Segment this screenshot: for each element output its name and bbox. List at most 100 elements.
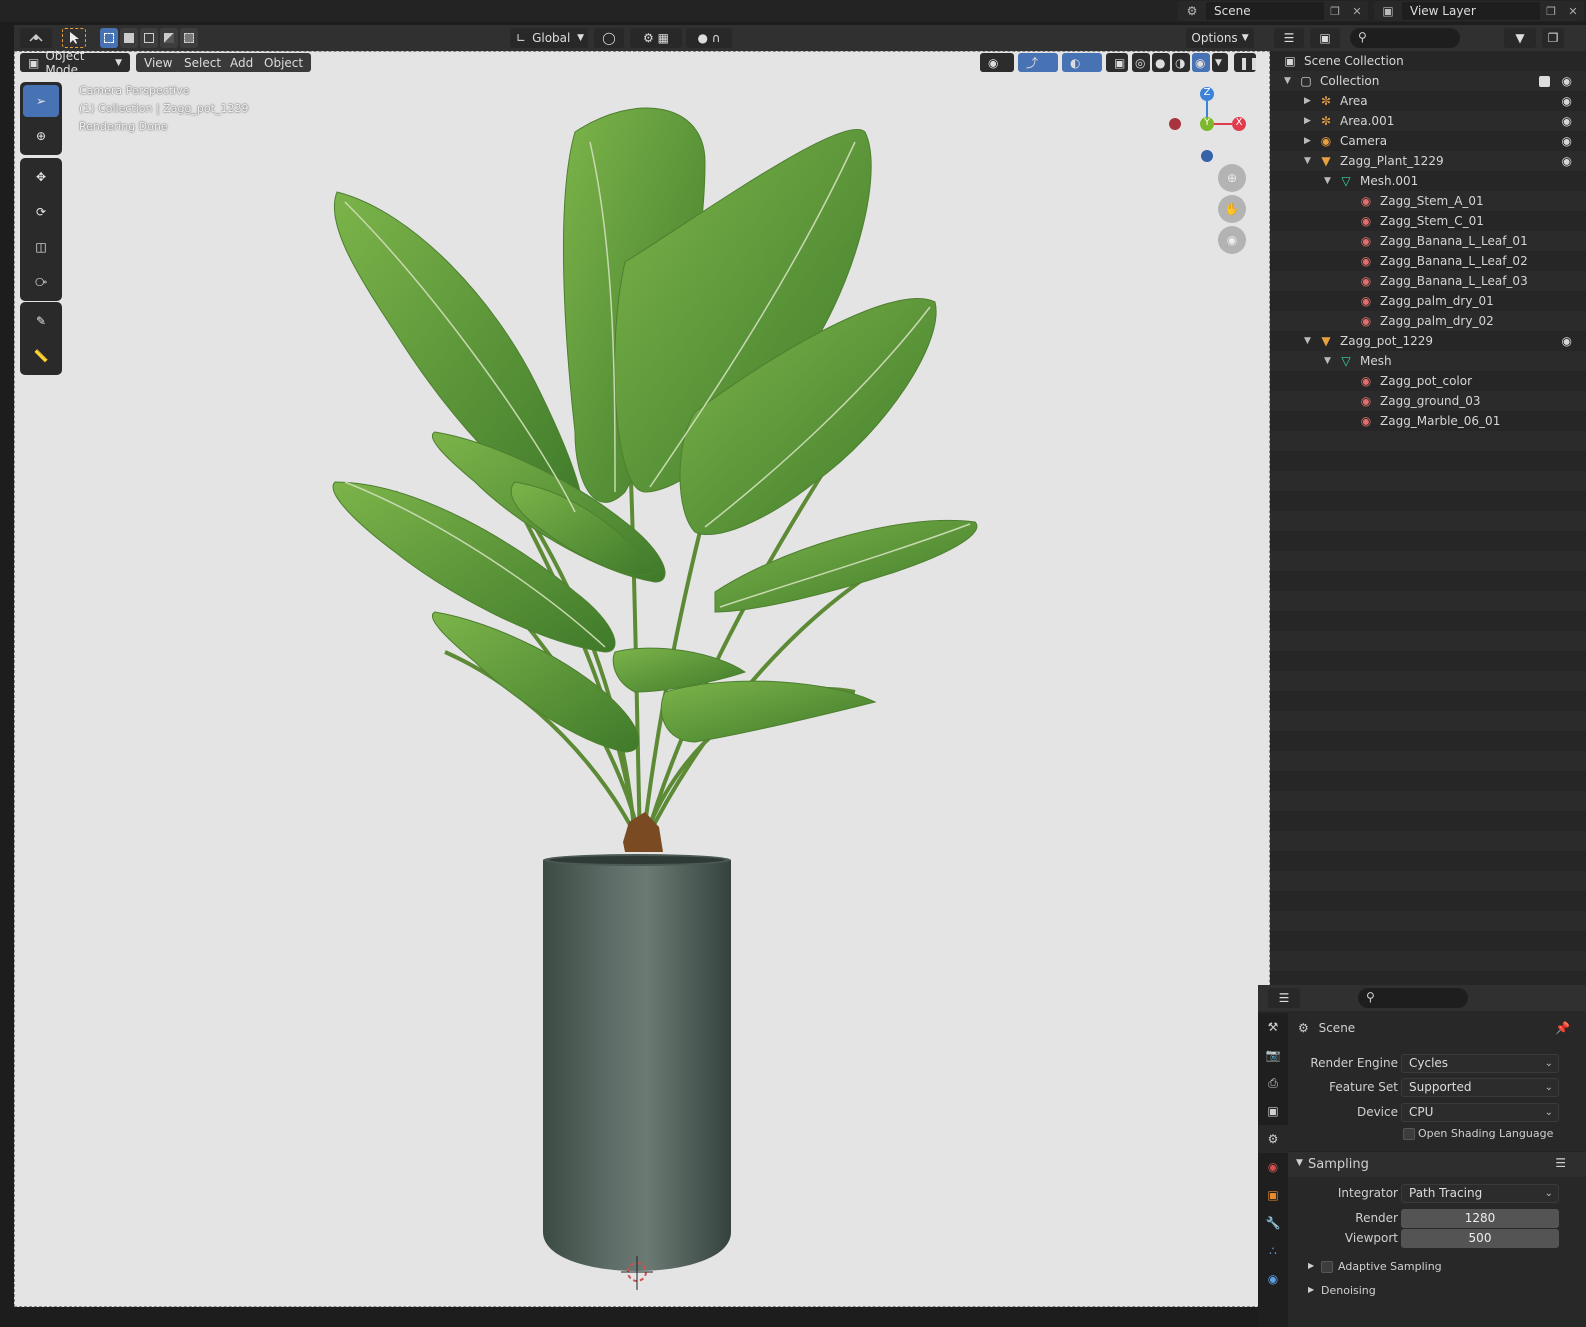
feature-set-dropdown[interactable]: Supported ⌄ (1401, 1078, 1559, 1097)
editor-type-button[interactable] (20, 28, 52, 48)
outliner-row[interactable]: ▶ ✼ Area.001 ◉ (1270, 111, 1586, 131)
transform-tool[interactable]: ⧂ (23, 266, 59, 298)
filter-button[interactable]: ▼ (1504, 28, 1536, 48)
object-mode-dropdown[interactable]: ▣ Object Mode ▼ (20, 49, 130, 77)
outliner-row[interactable]: ◉ Zagg_pot_color (1270, 371, 1586, 391)
outliner-row[interactable]: ◉ Zagg_Marble_06_01 (1270, 411, 1586, 431)
outliner-row[interactable]: ◉ Zagg_palm_dry_01 (1270, 291, 1586, 311)
expand-arrow-right-icon[interactable]: ▶ (1304, 96, 1311, 106)
outliner-row[interactable]: ◉ Zagg_Banana_L_Leaf_02 (1270, 251, 1586, 271)
overlay-toggle[interactable]: ◐ (1062, 53, 1102, 72)
properties-editor-type-button[interactable]: ☰ (1268, 988, 1300, 1008)
viewport-samples-field[interactable]: 500 (1401, 1229, 1559, 1248)
eye-icon[interactable]: ◉ (1562, 114, 1572, 128)
camera-view-button[interactable]: ◉ (1218, 226, 1246, 254)
outliner-row[interactable]: ▼ ▽ Mesh.001 (1270, 171, 1586, 191)
select-box-tool[interactable]: ➢ (23, 85, 59, 117)
mode-extend-button[interactable] (120, 28, 138, 48)
render-samples-field[interactable]: 1280 (1401, 1209, 1559, 1228)
scene-name[interactable]: Scene (1206, 2, 1324, 20)
eye-icon[interactable]: ◉ (1562, 74, 1572, 88)
solid-shading-button[interactable]: ● (1152, 53, 1170, 72)
gizmo-toggle[interactable]: ⤴ (1018, 53, 1058, 72)
mode-subtract-button[interactable] (140, 28, 158, 48)
view-menu[interactable]: View (136, 53, 181, 72)
view-layer-selector[interactable]: ▣ View Layer ❐ ✕ (1374, 1, 1584, 21)
render-tab[interactable]: 📷 (1258, 1041, 1288, 1069)
expand-arrow-icon[interactable]: ▶ (1308, 1285, 1314, 1294)
render-engine-dropdown[interactable]: Cycles ⌄ (1401, 1054, 1559, 1073)
scene-selector[interactable]: ⚙ Scene ❐ ✕ (1178, 1, 1368, 21)
transform-orientation-dropdown[interactable]: ∟ Global ▼ (510, 28, 588, 48)
expand-arrow-down-icon[interactable]: ▼ (1324, 176, 1331, 186)
view-layer-name[interactable]: View Layer (1402, 2, 1540, 20)
modifier-tab[interactable]: 🔧 (1258, 1209, 1288, 1237)
expand-arrow-down-icon[interactable]: ▼ (1324, 356, 1331, 366)
pan-view-button[interactable]: ✋ (1218, 195, 1246, 223)
eye-icon[interactable]: ◉ (1562, 134, 1572, 148)
exclude-checkbox[interactable] (1539, 75, 1550, 87)
options-dropdown[interactable]: Options ▼ (1186, 28, 1254, 48)
pin-icon[interactable]: 📌 (1555, 1021, 1570, 1035)
outliner-row[interactable]: ▼ ▼ Zagg_pot_1229 ◉ (1270, 331, 1586, 351)
zoom-view-button[interactable]: ⊕ (1218, 164, 1246, 192)
presets-icon[interactable]: ☰ (1555, 1156, 1566, 1170)
pause-render-button[interactable]: ❚❚ (1234, 53, 1259, 72)
visibility-dropdown[interactable]: ◉ (980, 53, 1014, 72)
outliner-row-scene-collection[interactable]: ▣ Scene Collection (1270, 51, 1586, 71)
cursor-tool[interactable]: ⊕ (23, 120, 59, 152)
expand-arrow-icon[interactable]: ▶ (1308, 1261, 1314, 1270)
display-mode-button[interactable]: ▣ (1310, 28, 1340, 48)
outliner-row[interactable]: ▼ ▼ Zagg_Plant_1229 ◉ (1270, 151, 1586, 171)
outliner-row[interactable]: ◉ Zagg_Banana_L_Leaf_03 (1270, 271, 1586, 291)
3d-viewport[interactable]: Camera Perspective (1) Collection | Zagg… (14, 51, 1270, 1307)
eye-icon[interactable]: ◉ (1562, 334, 1572, 348)
tool-tab[interactable]: ⚒ (1258, 1013, 1288, 1041)
outliner-editor-type-button[interactable]: ☰ (1274, 28, 1304, 48)
outliner-row[interactable]: ◉ Zagg_ground_03 (1270, 391, 1586, 411)
wireframe-shading-button[interactable]: ◎ (1132, 53, 1150, 72)
outliner-row[interactable]: ◉ Zagg_palm_dry_02 (1270, 311, 1586, 331)
move-tool[interactable]: ✥ (23, 161, 59, 193)
outliner-row[interactable]: ◉ Zagg_Stem_C_01 (1270, 211, 1586, 231)
outliner-search-input[interactable]: ⚲ (1350, 28, 1460, 48)
rotate-tool[interactable]: ⟳ (23, 196, 59, 228)
outliner-row[interactable]: ◉ Zagg_Stem_A_01 (1270, 191, 1586, 211)
outliner-row[interactable]: ▼ ▽ Mesh (1270, 351, 1586, 371)
eye-icon[interactable]: ◉ (1562, 94, 1572, 108)
outliner-row[interactable]: ▼ ▢ Collection ◉ (1270, 71, 1586, 91)
snap-dropdown[interactable]: ⚙ ▦ (630, 28, 682, 48)
shading-options-dropdown[interactable]: ▼ (1212, 53, 1228, 72)
expand-arrow-right-icon[interactable]: ▶ (1304, 136, 1311, 146)
outliner-row[interactable]: ◉ Zagg_Banana_L_Leaf_01 (1270, 231, 1586, 251)
new-collection-button[interactable]: ❐ (1542, 28, 1564, 48)
mode-new-button[interactable] (100, 28, 118, 48)
expand-arrow-down-icon[interactable]: ▼ (1304, 336, 1311, 346)
particles-tab[interactable]: ∴ (1258, 1237, 1288, 1265)
mode-intersect-button[interactable] (180, 28, 198, 48)
pivot-point-dropdown[interactable]: ◯ (594, 28, 624, 48)
expand-arrow-down-icon[interactable]: ▼ (1284, 76, 1291, 86)
close-view-layer-icon[interactable]: ✕ (1562, 5, 1584, 18)
object-tab[interactable]: ▣ (1258, 1181, 1288, 1209)
select-box-tool-button[interactable] (62, 28, 86, 48)
annotate-tool[interactable]: ✎ (23, 305, 59, 337)
physics-tab[interactable]: ◉ (1258, 1265, 1288, 1293)
measure-tool[interactable]: 📏 (23, 340, 59, 372)
rendered-shading-button[interactable]: ◉ (1192, 53, 1210, 72)
world-tab[interactable]: ◉ (1258, 1153, 1288, 1181)
proportional-edit-dropdown[interactable]: ● ∩ (686, 28, 732, 48)
properties-search-input[interactable]: ⚲ (1358, 988, 1468, 1008)
eye-icon[interactable]: ◉ (1562, 154, 1572, 168)
material-shading-button[interactable]: ◑ (1172, 53, 1190, 72)
mode-invert-button[interactable] (160, 28, 178, 48)
new-scene-icon[interactable]: ❐ (1324, 5, 1346, 18)
outliner-row[interactable]: ▶ ✼ Area ◉ (1270, 91, 1586, 111)
xray-toggle[interactable]: ▣ (1106, 53, 1128, 72)
new-view-layer-icon[interactable]: ❐ (1540, 5, 1562, 18)
outliner-row[interactable]: ▶ ◉ Camera ◉ (1270, 131, 1586, 151)
scale-tool[interactable]: ◫ (23, 231, 59, 263)
device-dropdown[interactable]: CPU ⌄ (1401, 1103, 1559, 1122)
sampling-section-header[interactable]: ▼ Sampling ☰ (1288, 1151, 1586, 1177)
scene-tab[interactable]: ⚙ (1258, 1125, 1288, 1153)
